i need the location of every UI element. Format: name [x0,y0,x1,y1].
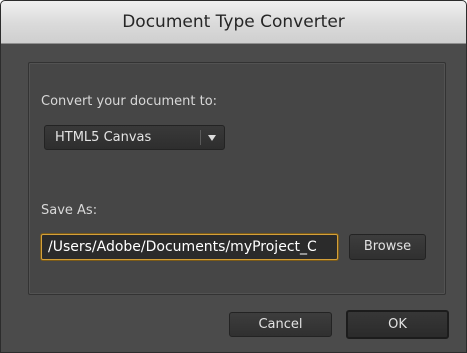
document-type-selected-value: HTML5 Canvas [55,130,152,145]
document-type-converter-dialog: Document Type Converter Convert your doc… [0,0,467,353]
chevron-down-icon[interactable] [208,135,216,141]
ok-button[interactable]: OK [346,310,449,339]
convert-to-label: Convert your document to: [41,94,218,109]
document-type-select[interactable]: HTML5 Canvas [44,125,225,150]
browse-button[interactable]: Browse [349,234,426,260]
save-as-label: Save As: [41,203,98,218]
save-path-input[interactable]: /Users/Adobe/Documents/myProject_C [41,234,338,260]
cancel-button[interactable]: Cancel [229,312,332,337]
select-divider [200,130,201,145]
dialog-title: Document Type Converter [1,1,466,44]
